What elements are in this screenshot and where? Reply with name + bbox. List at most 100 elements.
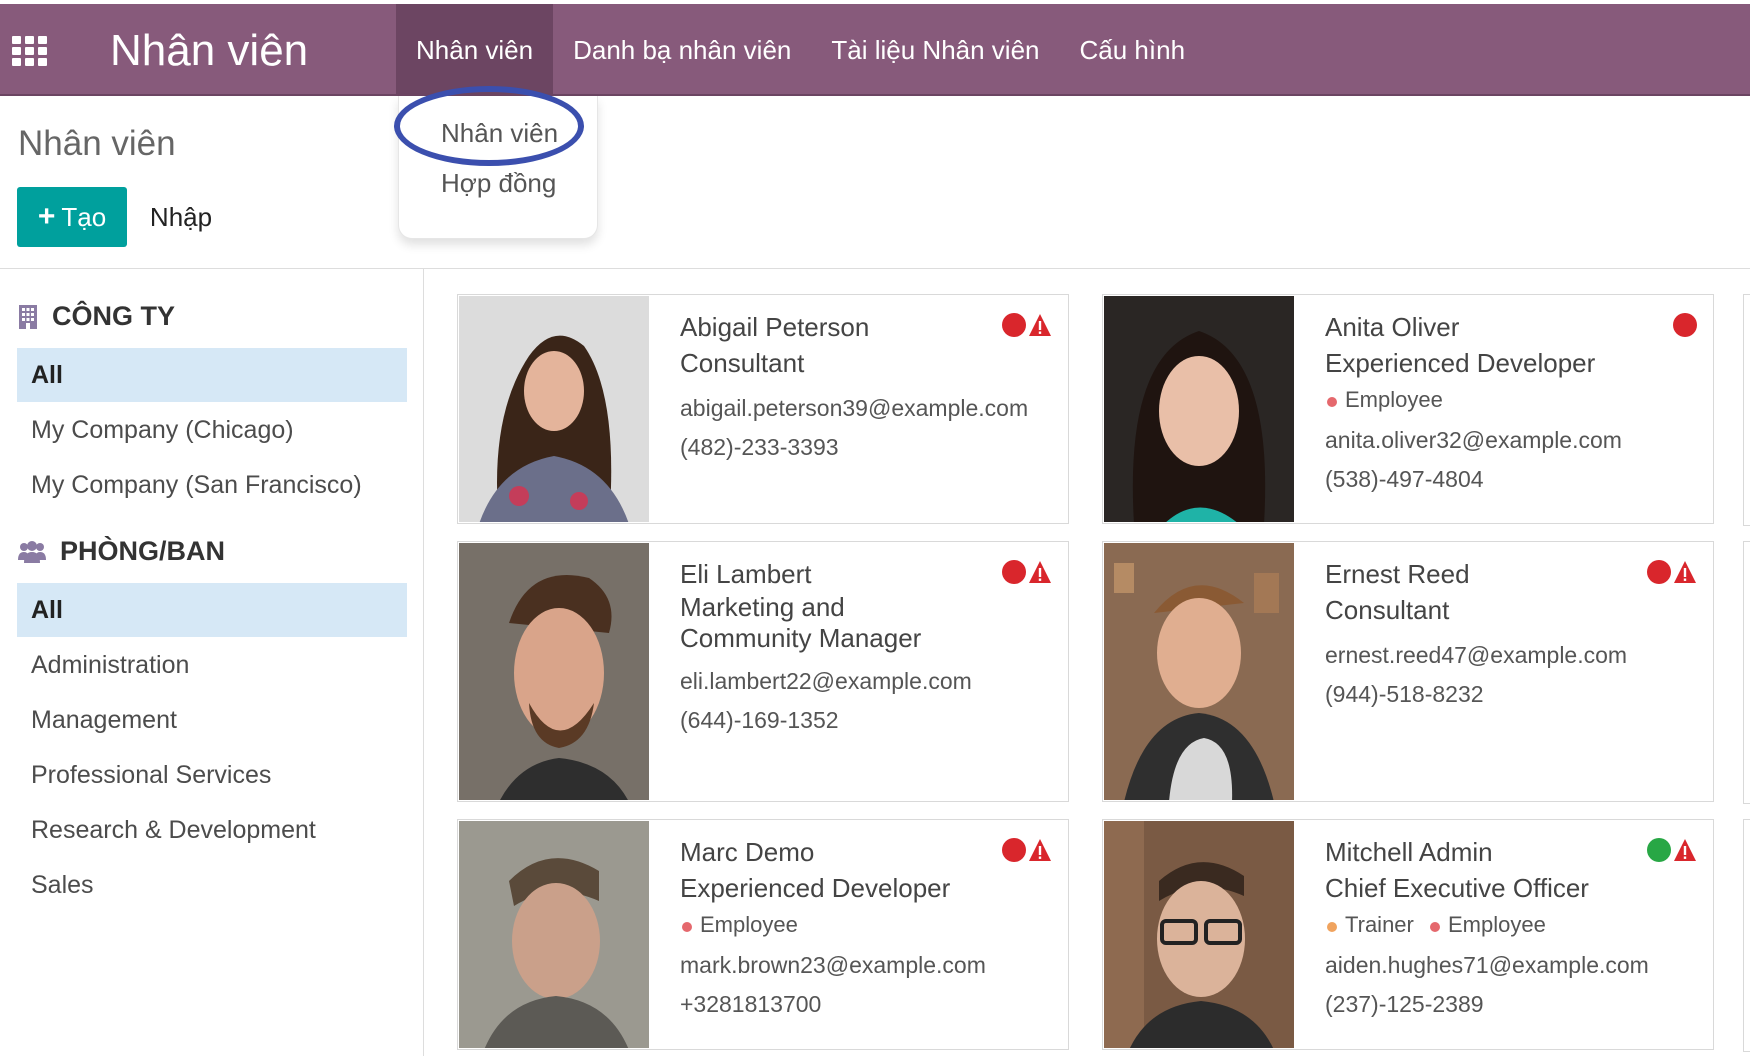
import-button[interactable]: Nhập (140, 187, 222, 247)
tag-label: Employee (700, 912, 798, 937)
employee-info: Abigail Peterson Consultant abigail.pete… (680, 309, 1029, 461)
search-panel: CÔNG TY All My Company (Chicago) My Comp… (0, 269, 424, 1056)
employee-status (1647, 560, 1697, 584)
employee-name: Anita Oliver (1325, 312, 1460, 342)
employee-email: eli.lambert22@example.com (680, 668, 972, 694)
department-heading: PHÒNG/BAN (18, 536, 225, 567)
employee-photo (1104, 543, 1294, 800)
employee-email: ernest.reed47@example.com (1325, 642, 1628, 668)
employee-email: aiden.hughes71@example.com (1325, 952, 1649, 978)
employee-photo (459, 296, 649, 522)
employee-info: Eli Lambert Marketing and Community Mana… (680, 556, 978, 734)
employee-phone: (644)-169-1352 (680, 707, 839, 733)
employee-email: abigail.peterson39@example.com (680, 395, 1029, 421)
company-item-chicago[interactable]: My Company (Chicago) (17, 403, 407, 457)
employee-status (1002, 838, 1052, 862)
employee-name: Mitchell Admin (1325, 837, 1493, 867)
department-item-all[interactable]: All (17, 583, 407, 637)
employee-tags: Employee (1325, 387, 1623, 413)
employee-job: Experienced Developer (680, 873, 951, 903)
employee-card-partial[interactable] (1743, 541, 1750, 804)
department-item-management[interactable]: Management (17, 693, 407, 747)
employee-job: Consultant (1325, 595, 1450, 625)
employee-email: mark.brown23@example.com (680, 952, 986, 978)
employee-status (1002, 313, 1052, 337)
employee-name: Ernest Reed (1325, 559, 1470, 589)
employee-job: Chief Executive Officer (1325, 873, 1589, 903)
status-green-icon (1647, 838, 1671, 862)
employee-phone: (482)-233-3393 (680, 434, 839, 460)
tag-dot-icon (1327, 922, 1337, 932)
employee-photo (1104, 821, 1294, 1048)
employee-email: anita.oliver32@example.com (1325, 427, 1622, 453)
status-red-icon (1002, 838, 1026, 862)
warning-icon (1029, 314, 1051, 336)
plus-icon: + (37, 200, 56, 233)
create-button[interactable]: + Tạo (17, 187, 127, 247)
employee-name: Marc Demo (680, 837, 815, 867)
employee-tags: Trainer Employee (1325, 912, 1623, 938)
dropdown-item-employees[interactable]: Nhân viên (441, 118, 558, 149)
department-item-sales[interactable]: Sales (17, 858, 407, 912)
employee-card[interactable]: Anita Oliver Experienced Developer Emplo… (1102, 294, 1714, 524)
employee-card[interactable]: Abigail Peterson Consultant abigail.pete… (457, 294, 1069, 524)
status-red-icon (1002, 313, 1026, 337)
warning-icon (1674, 839, 1696, 861)
warning-icon (1674, 561, 1696, 583)
employee-photo (459, 821, 649, 1048)
tag-label: Trainer (1345, 912, 1414, 937)
employee-phone: (538)-497-4804 (1325, 466, 1484, 492)
department-item-research-development[interactable]: Research & Development (17, 803, 407, 857)
employee-card-partial[interactable] (1743, 294, 1750, 526)
employee-card[interactable]: Marc Demo Experienced Developer Employee… (457, 819, 1069, 1050)
create-label: Tạo (61, 201, 107, 232)
employee-status (1673, 313, 1697, 337)
building-icon (19, 304, 37, 329)
employee-name: Eli Lambert (680, 559, 812, 589)
employee-phone: +3281813700 (680, 991, 822, 1017)
employee-info: Anita Oliver Experienced Developer Emplo… (1325, 309, 1623, 493)
tag-label: Employee (1448, 912, 1546, 937)
tag-label: Employee (1345, 387, 1443, 412)
tag-dot-icon (682, 922, 692, 932)
status-red-icon (1647, 560, 1671, 584)
employee-info: Marc Demo Experienced Developer Employee… (680, 834, 986, 1018)
menu-directory[interactable]: Danh bạ nhân viên (553, 4, 811, 96)
employee-card[interactable]: Ernest Reed Consultant ernest.reed47@exa… (1102, 541, 1714, 802)
tag-dot-icon (1327, 397, 1337, 407)
employee-card[interactable]: Eli Lambert Marketing and Community Mana… (457, 541, 1069, 802)
department-heading-label: PHÒNG/BAN (60, 536, 226, 566)
employee-card[interactable]: Mitchell Admin Chief Executive Officer T… (1102, 819, 1714, 1050)
menu-employees[interactable]: Nhân viên (396, 4, 554, 96)
employee-tags: Employee (680, 912, 978, 938)
company-heading-label: CÔNG TY (52, 301, 176, 331)
employee-phone: (944)-518-8232 (1325, 681, 1484, 707)
employee-job: Experienced Developer (1325, 348, 1596, 378)
employee-status (1647, 838, 1697, 862)
employee-name: Abigail Peterson (680, 312, 870, 342)
department-item-professional-services[interactable]: Professional Services (17, 748, 407, 802)
company-heading: CÔNG TY (18, 301, 175, 332)
company-item-san-francisco[interactable]: My Company (San Francisco) (17, 458, 407, 512)
dropdown-item-contracts[interactable]: Hợp đồng (441, 168, 556, 199)
top-navbar: Nhân viên Nhân viên Danh bạ nhân viên Tà… (0, 4, 1750, 96)
page-title: Nhân viên (18, 124, 176, 163)
employee-card-partial[interactable] (1743, 819, 1750, 1052)
app-title: Nhân viên (110, 26, 309, 75)
tag-dot-icon (1430, 922, 1440, 932)
menu-documents[interactable]: Tài liệu Nhân viên (811, 4, 1059, 96)
menu-configuration[interactable]: Cấu hình (1060, 4, 1206, 96)
employee-status (1002, 560, 1052, 584)
status-red-icon (1673, 313, 1697, 337)
status-red-icon (1002, 560, 1026, 584)
warning-icon (1029, 839, 1051, 861)
employee-job: Consultant (680, 348, 805, 378)
employee-info: Mitchell Admin Chief Executive Officer T… (1325, 834, 1649, 1018)
company-item-all[interactable]: All (17, 348, 407, 402)
department-item-administration[interactable]: Administration (17, 638, 407, 692)
app-grid-icon[interactable] (12, 36, 50, 66)
warning-icon (1029, 561, 1051, 583)
employee-phone: (237)-125-2389 (1325, 991, 1484, 1017)
employee-job: Marketing and Community Manager (680, 592, 922, 653)
users-icon (18, 540, 46, 563)
